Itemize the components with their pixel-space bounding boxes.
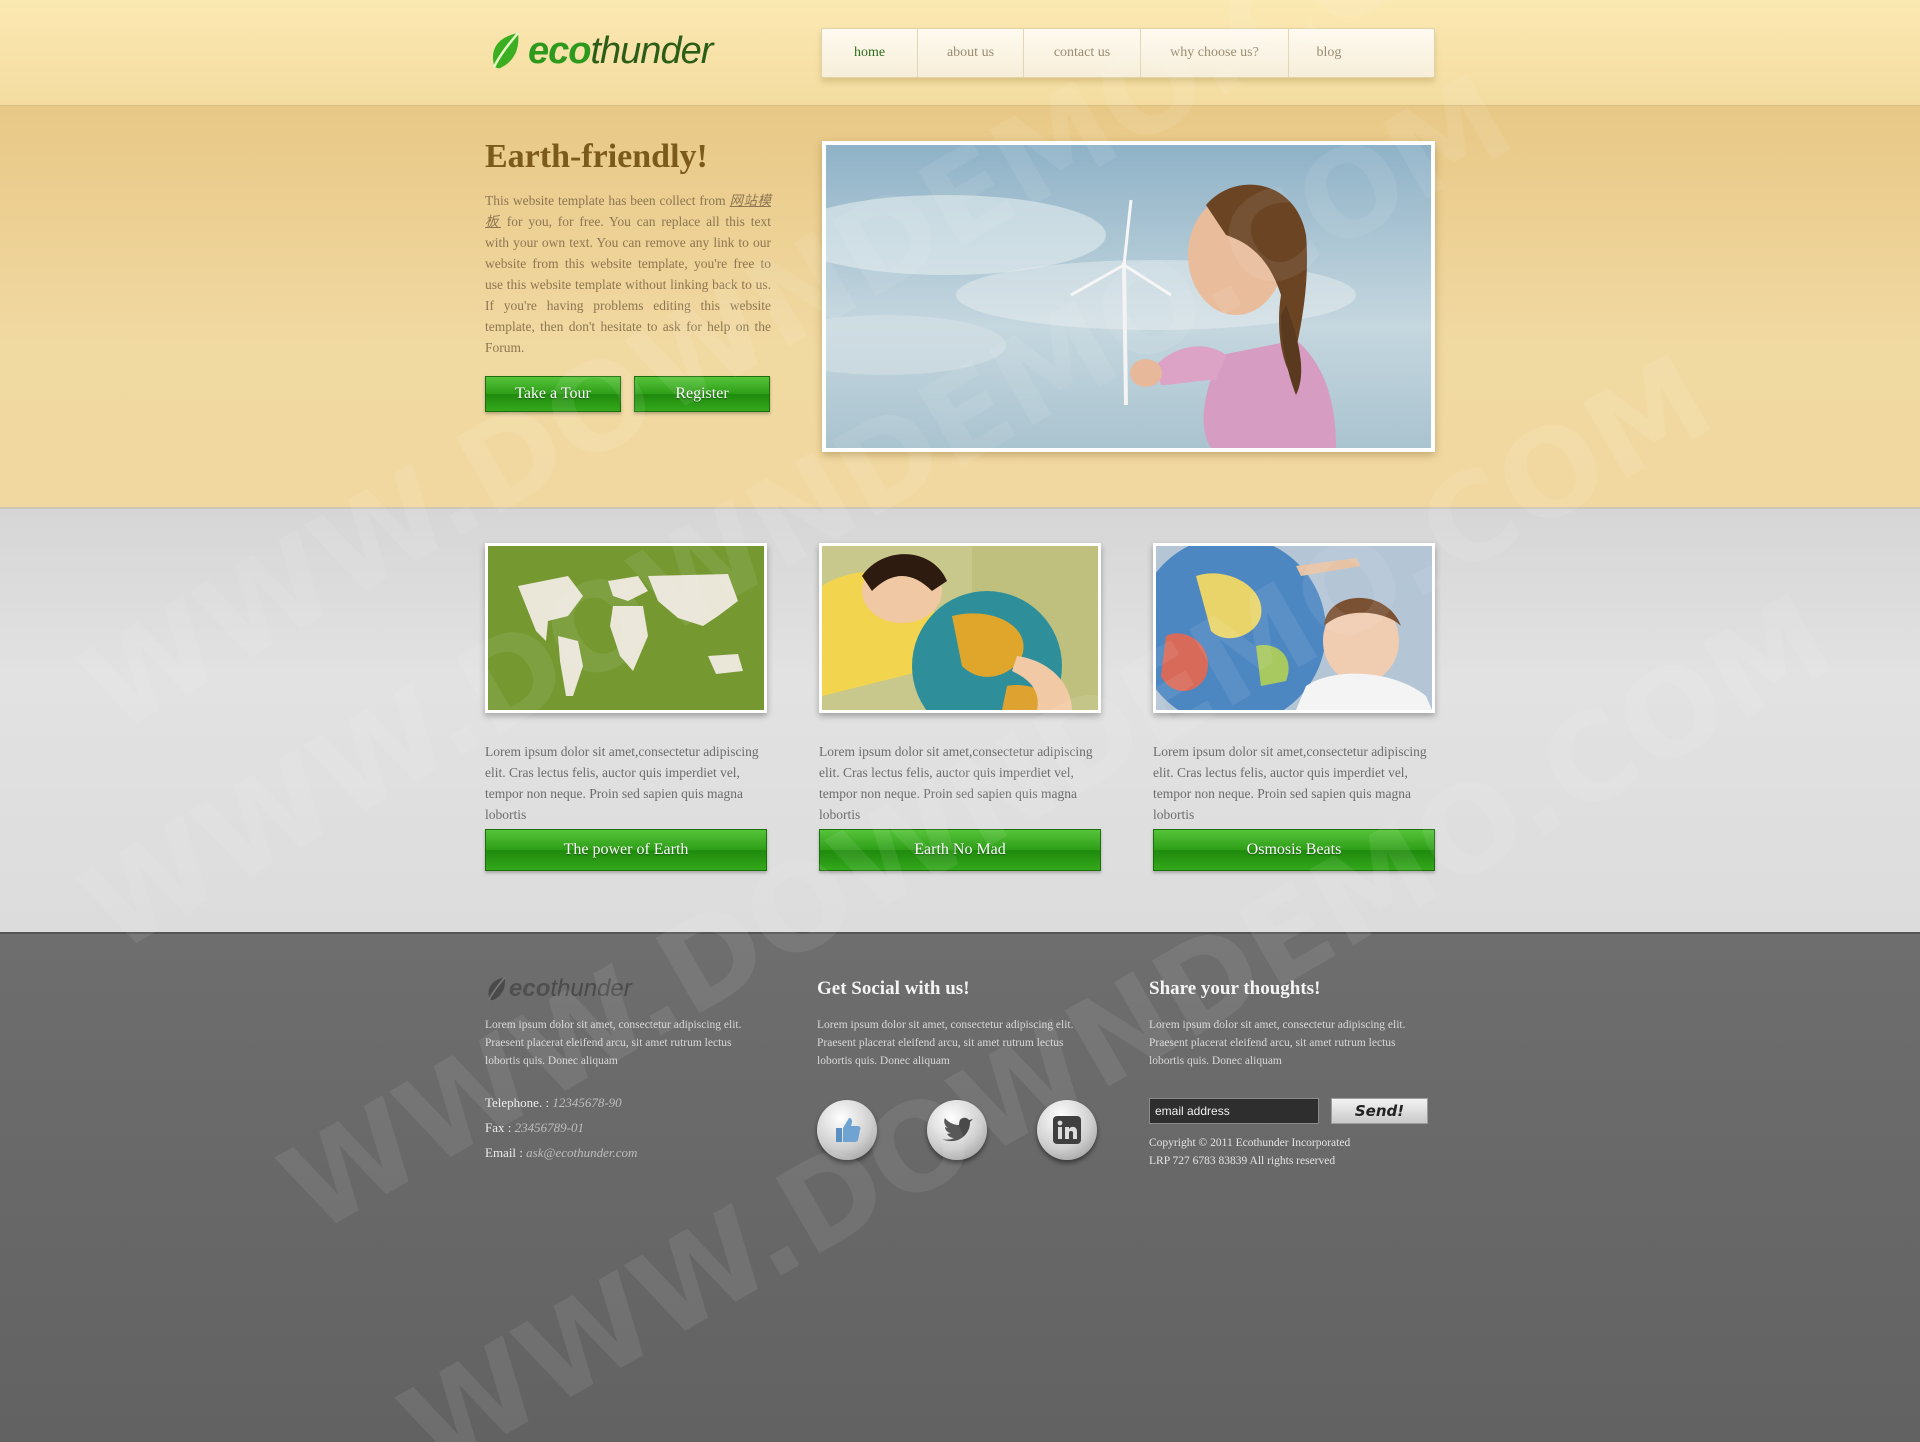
hero-text: This website template has been collect f… <box>485 193 772 355</box>
feature-text: Lorem ipsum dolor sit amet,consectetur a… <box>1153 744 1427 822</box>
feature-text: Lorem ipsum dolor sit amet,consectetur a… <box>485 744 759 822</box>
copyright: Copyright © 2011 Ecothunder Incorporated… <box>1149 1137 1351 1167</box>
footer-about-text: Lorem ipsum dolor sit amet, consectetur … <box>485 1019 742 1067</box>
nav-why-choose-us[interactable]: why choose us? <box>1141 29 1289 77</box>
send-button[interactable]: Send! <box>1331 1098 1428 1124</box>
footer-brand-name: ecothunder <box>509 975 632 1002</box>
nav-blog[interactable]: blog <box>1289 29 1369 77</box>
twitter-icon[interactable] <box>927 1100 987 1160</box>
footer-thoughts: Share your thoughts! Lorem ipsum dolor s… <box>1149 974 1429 1170</box>
feature-card: Lorem ipsum dolor sit amet,consectetur a… <box>819 543 1101 825</box>
email-line: Email : ask@ecothunder.com <box>485 1145 638 1160</box>
social-text: Lorem ipsum dolor sit amet, consectetur … <box>817 1019 1074 1067</box>
main-nav: home about us contact us why choose us? … <box>821 28 1435 78</box>
hero-title: Earth-friendly! <box>485 138 708 175</box>
thumbs-up-icon[interactable] <box>817 1100 877 1160</box>
nav-about-us[interactable]: about us <box>918 29 1024 77</box>
subscribe-form: Send! <box>1149 1098 1429 1124</box>
feature-text: Lorem ipsum dolor sit amet,consectetur a… <box>819 744 1093 822</box>
contact-info: Telephone. : 12345678-90 Fax : 23456789-… <box>485 1090 765 1165</box>
hero-section: Earth-friendly! This website template ha… <box>0 106 1920 507</box>
hero-image <box>822 141 1435 452</box>
power-of-earth-button[interactable]: The power of Earth <box>485 829 767 871</box>
features-section: Lorem ipsum dolor sit amet,consectetur a… <box>0 507 1920 932</box>
feature-image-world-map <box>485 543 767 713</box>
social-icons <box>817 1100 1097 1160</box>
footer-about: ecothunder Lorem ipsum dolor sit amet, c… <box>485 974 765 1165</box>
take-a-tour-button[interactable]: Take a Tour <box>485 376 621 412</box>
footer-social: Get Social with us! Lorem ipsum dolor si… <box>817 974 1097 1160</box>
nav-contact-us[interactable]: contact us <box>1024 29 1141 77</box>
nav-home[interactable]: home <box>822 29 918 77</box>
leaf-icon <box>492 32 519 69</box>
footer-logo[interactable]: ecothunder <box>485 974 765 1004</box>
earth-no-mad-button[interactable]: Earth No Mad <box>819 829 1101 871</box>
leaf-icon <box>488 976 506 1001</box>
telephone-value: 12345678-90 <box>552 1095 622 1110</box>
feature-image-boy-globe <box>1153 543 1435 713</box>
email-link[interactable]: ask@ecothunder.com <box>526 1145 637 1160</box>
brand-logo[interactable]: ecothunder <box>488 26 713 76</box>
fax-value: 23456789-01 <box>514 1120 584 1135</box>
feature-card: Lorem ipsum dolor sit amet,consectetur a… <box>485 543 767 825</box>
linkedin-icon[interactable] <box>1037 1100 1097 1160</box>
site-header: ecothunder home about us contact us why … <box>0 0 1920 106</box>
thoughts-title: Share your thoughts! <box>1149 978 1321 999</box>
feature-card: Lorem ipsum dolor sit amet,consectetur a… <box>1153 543 1435 825</box>
site-footer: ecothunder Lorem ipsum dolor sit amet, c… <box>0 932 1920 1442</box>
telephone-line: Telephone. : 12345678-90 <box>485 1095 622 1110</box>
osmosis-beats-button[interactable]: Osmosis Beats <box>1153 829 1435 871</box>
fax-line: Fax : 23456789-01 <box>485 1120 584 1135</box>
thoughts-text: Lorem ipsum dolor sit amet, consectetur … <box>1149 1019 1406 1067</box>
email-input[interactable] <box>1149 1098 1319 1124</box>
social-title: Get Social with us! <box>817 978 970 999</box>
feature-image-girl-globe <box>819 543 1101 713</box>
brand-name: ecothunder <box>528 29 713 72</box>
register-button[interactable]: Register <box>634 376 770 412</box>
